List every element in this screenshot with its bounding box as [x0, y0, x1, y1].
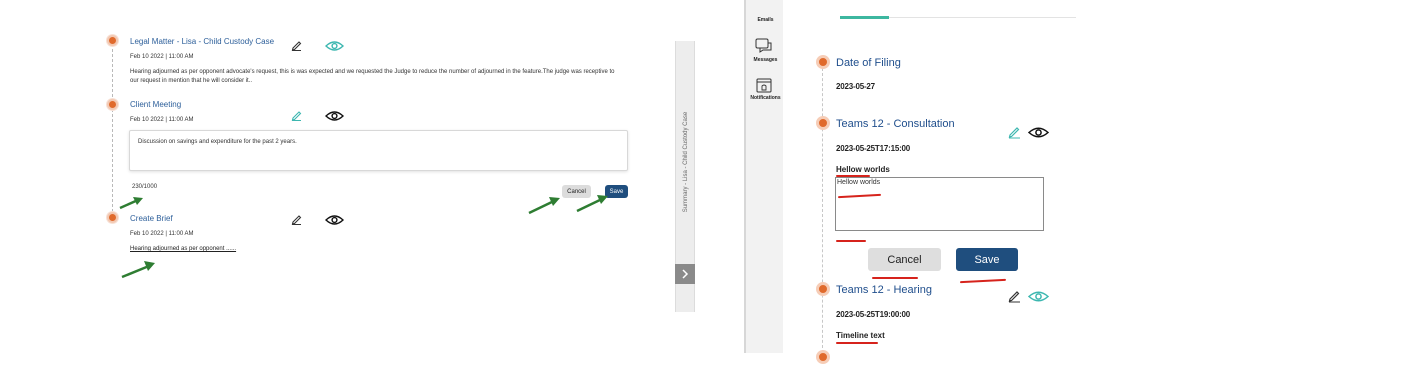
annotation-arrow-icon: [576, 195, 608, 213]
edit-pencil-icon[interactable]: [1008, 289, 1021, 303]
edit-pencil-icon[interactable]: [291, 109, 302, 121]
timeline-item-title[interactable]: Client Meeting: [130, 100, 181, 109]
chevron-right-icon: [682, 269, 689, 279]
note-label: Hellow worlds: [836, 165, 890, 174]
cancel-button[interactable]: Cancel: [868, 248, 941, 271]
timeline-dot: [816, 116, 830, 130]
timeline-connector: [822, 68, 823, 353]
note-textarea-value: Discussion on savings and expenditure fo…: [138, 139, 297, 145]
note-label: Timeline text: [836, 331, 885, 340]
timeline-item-date: 2023-05-27: [836, 82, 875, 91]
timeline-item-title[interactable]: Teams 12 - Hearing: [836, 284, 932, 296]
timeline-connector: [112, 44, 113, 222]
timeline-item-title[interactable]: Create Brief: [130, 214, 173, 223]
view-eye-icon[interactable]: [1028, 126, 1049, 139]
annotation-arrow-icon: [528, 197, 560, 215]
view-eye-icon[interactable]: [325, 110, 344, 122]
view-eye-icon[interactable]: [325, 214, 344, 226]
timeline-item-datetime: Feb 10 2022 | 11:00 AM: [130, 54, 194, 60]
note-textarea[interactable]: Discussion on savings and expenditure fo…: [129, 130, 628, 171]
character-count: 230/1000: [132, 184, 158, 190]
timeline-item-title[interactable]: Teams 12 - Consultation: [836, 118, 955, 130]
expand-panel-button[interactable]: [675, 264, 695, 284]
timeline-item-title[interactable]: Legal Matter - Lisa - Child Custody Case: [130, 37, 274, 46]
messages-icon[interactable]: [755, 38, 773, 55]
annotation-underline: [836, 342, 878, 344]
timeline-item-datetime: Feb 10 2022 | 11:00 AM: [130, 117, 194, 123]
sidebar: Emails Messages Notifications: [744, 0, 783, 353]
save-button[interactable]: Save: [956, 248, 1018, 271]
annotation-underline: [959, 278, 1007, 284]
timeline-dot: [107, 212, 118, 223]
timeline-dot: [816, 282, 830, 296]
note-textarea[interactable]: Hellow worlds: [835, 177, 1044, 231]
sidebar-item-messages[interactable]: Messages: [746, 57, 785, 63]
timeline-dot: [107, 99, 118, 110]
note-textarea-value: Hellow worlds: [837, 179, 881, 186]
edit-pencil-icon[interactable]: [291, 39, 302, 51]
view-eye-icon[interactable]: [325, 40, 344, 52]
timeline-dot: [816, 55, 830, 69]
edit-pencil-icon[interactable]: [291, 213, 302, 225]
timeline-item-date: 2023-05-25T19:00:00: [836, 310, 911, 319]
timeline-dot: [816, 350, 830, 364]
annotation-arrow-icon: [119, 197, 143, 210]
annotation-arrow-icon: [121, 261, 155, 279]
notifications-icon[interactable]: [756, 77, 773, 94]
edit-pencil-icon[interactable]: [1008, 125, 1021, 139]
timeline-item-date: 2023-05-25T17:15:00: [836, 144, 911, 153]
timeline-item-description: Hearing adjourned as per opponent advoca…: [130, 69, 615, 84]
view-eye-icon[interactable]: [1028, 290, 1049, 303]
timeline-item-title[interactable]: Date of Filing: [836, 57, 901, 69]
summary-link[interactable]: Hearing adjourned as per opponent ......: [130, 246, 236, 252]
active-tab-indicator: [840, 16, 889, 19]
annotation-underline: [872, 277, 918, 279]
timeline-item-datetime: Feb 10 2022 | 11:00 AM: [130, 231, 194, 237]
sidebar-item-emails[interactable]: Emails: [746, 17, 785, 23]
timeline-dot: [107, 35, 118, 46]
annotation-underline: [836, 240, 866, 242]
summary-panel-label: Summary - Lisa - Child Custody Case: [683, 111, 689, 213]
sidebar-item-notifications[interactable]: Notifications: [746, 95, 785, 101]
